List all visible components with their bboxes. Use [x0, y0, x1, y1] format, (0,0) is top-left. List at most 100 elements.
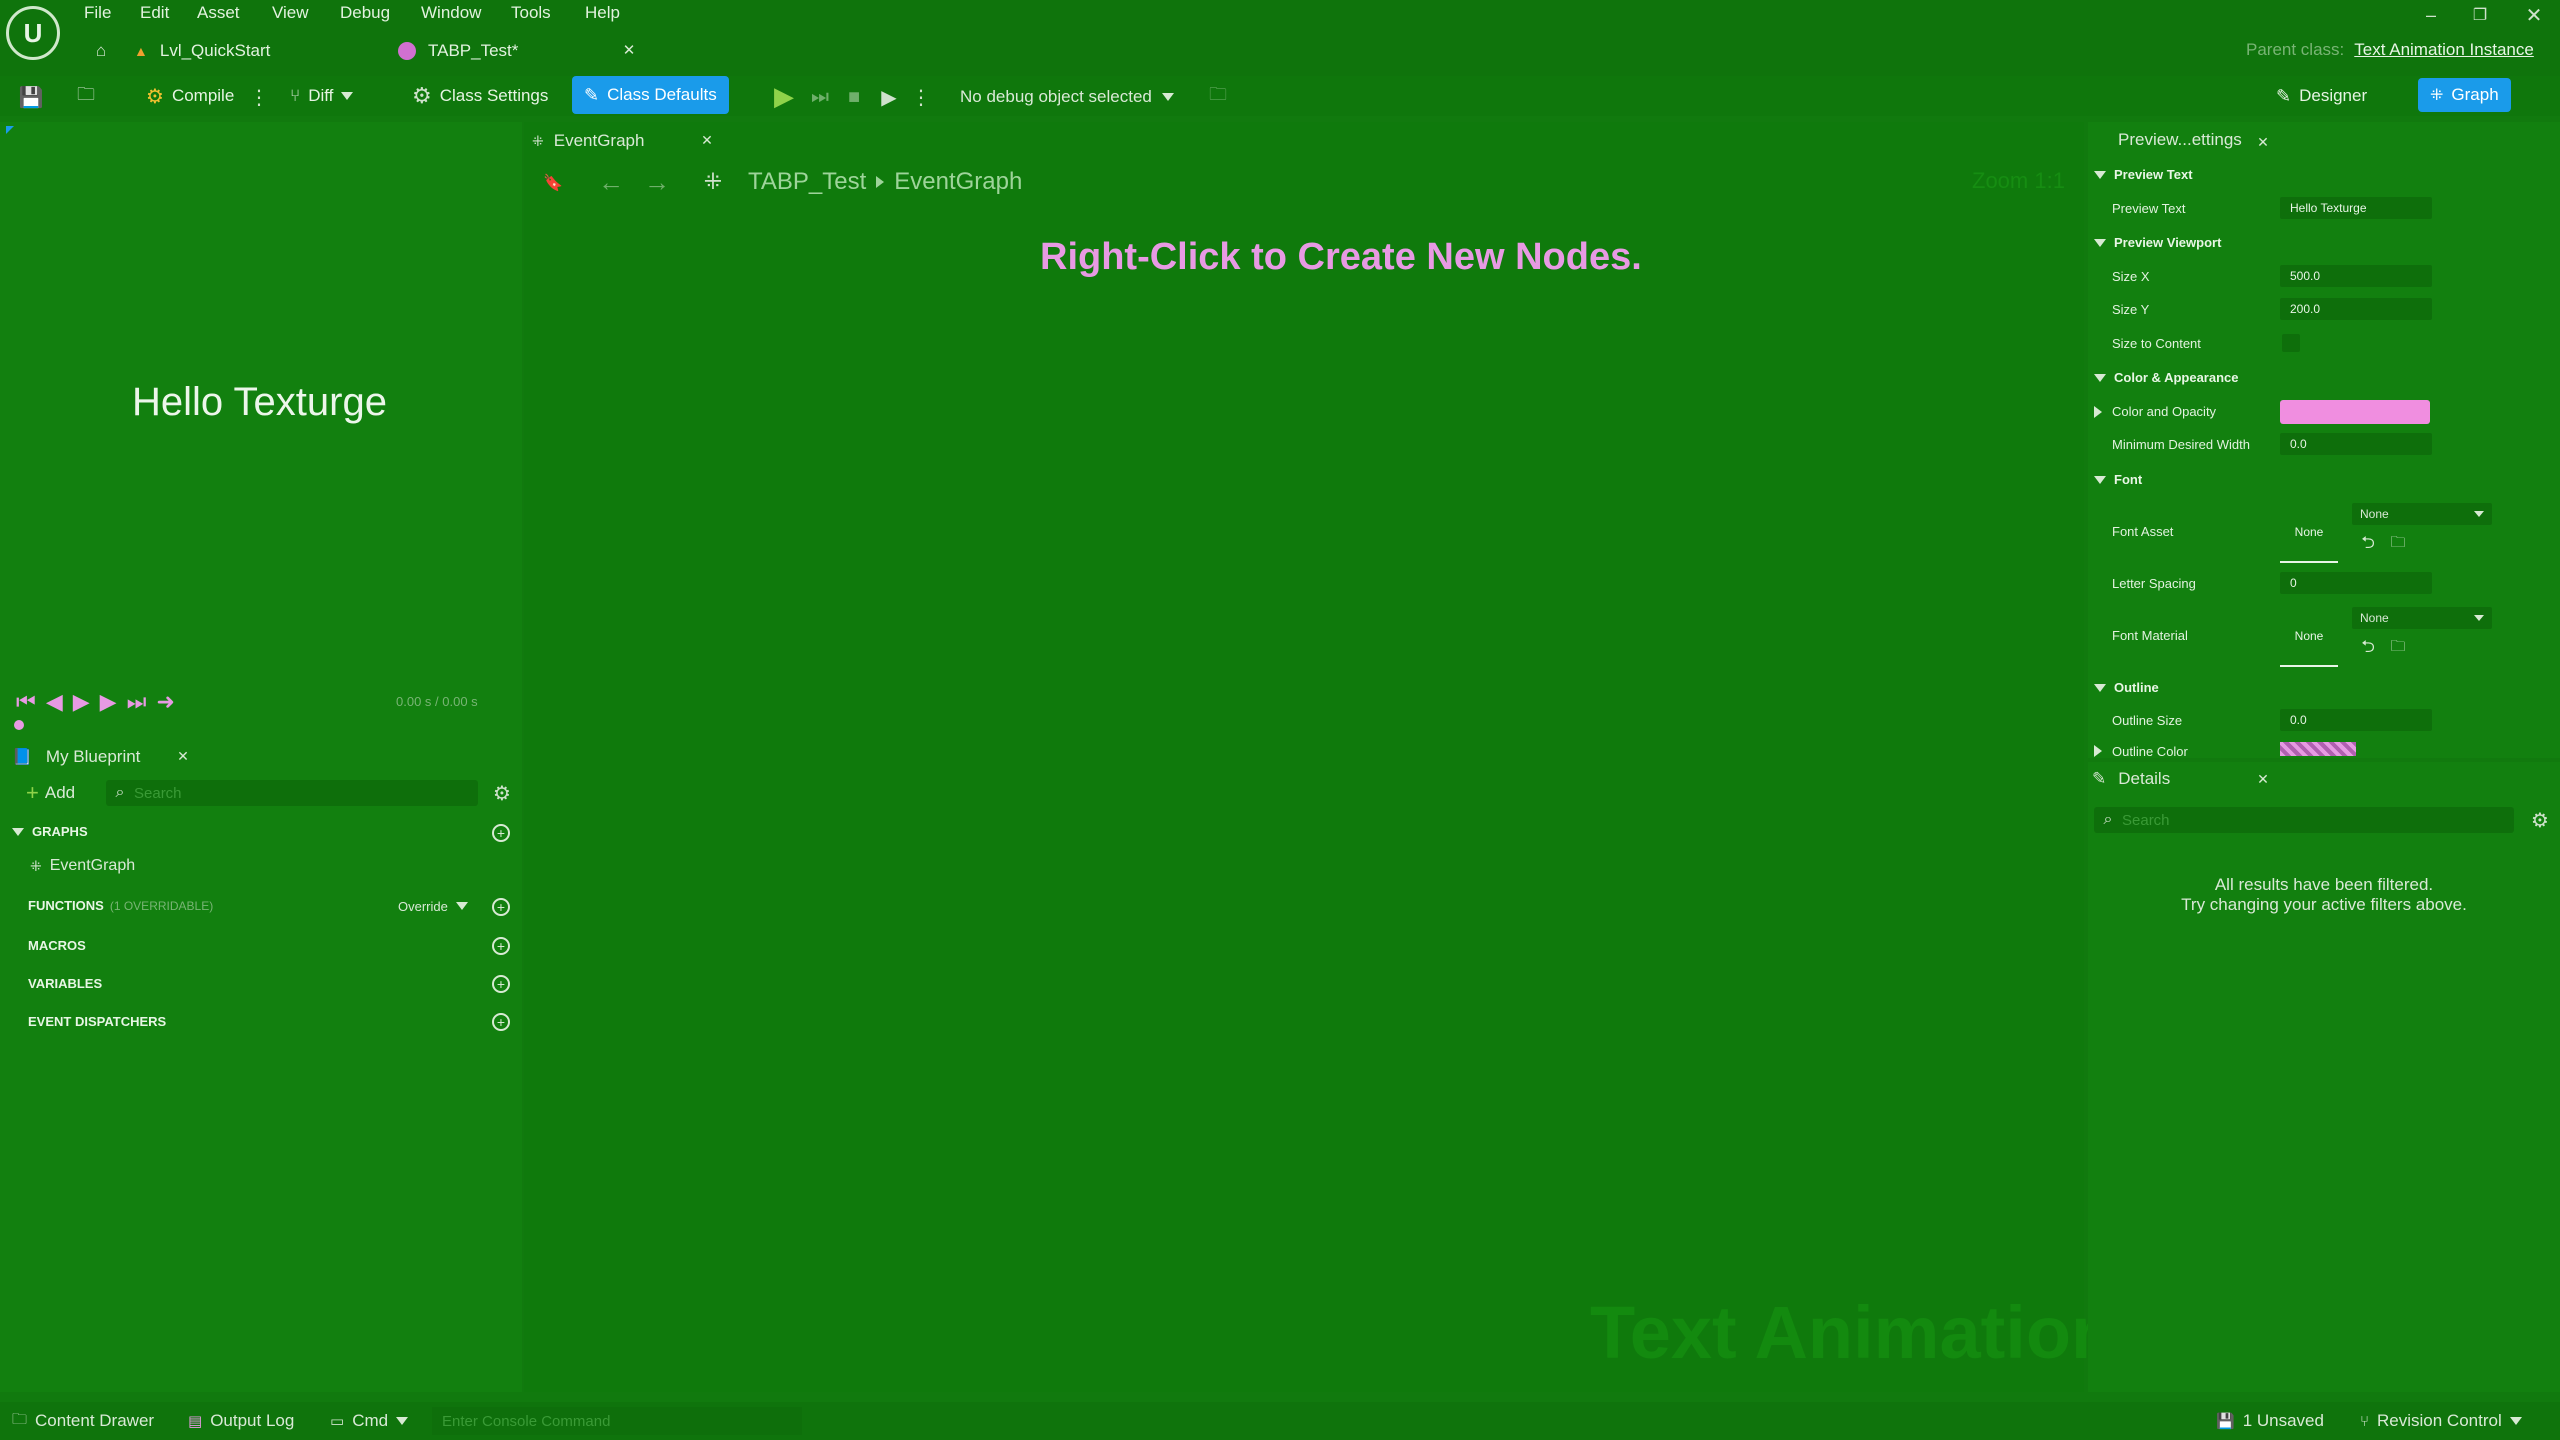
settings-gear-icon[interactable]: ⚙: [490, 780, 514, 806]
section-outline[interactable]: Outline: [2094, 680, 2159, 695]
close-window-icon[interactable]: ✕: [2514, 2, 2554, 28]
debug-object-select[interactable]: No debug object selected: [960, 84, 1174, 110]
minimize-icon[interactable]: –: [2411, 2, 2451, 28]
outline-color-swatch[interactable]: [2280, 742, 2356, 756]
loop-icon[interactable]: ➜: [156, 689, 174, 715]
tab-lvl-quickstart[interactable]: ▲ Lvl_QuickStart: [134, 38, 270, 64]
section-variables[interactable]: VARIABLES: [28, 976, 102, 991]
play-icon[interactable]: ▶: [772, 81, 796, 111]
add-variable-icon[interactable]: +: [492, 975, 510, 993]
use-selected-icon[interactable]: ⮌: [2358, 637, 2378, 658]
simulate-icon[interactable]: ▶: [876, 84, 902, 110]
restore-icon[interactable]: ❐: [2460, 2, 2500, 28]
size-to-content-checkbox[interactable]: [2282, 334, 2300, 352]
prop-outline-color[interactable]: Outline Color: [2094, 745, 2188, 757]
step-back-icon[interactable]: ◀: [46, 689, 63, 715]
add-function-icon[interactable]: +: [492, 898, 510, 916]
preview-text-input[interactable]: Hello Texturge: [2280, 197, 2432, 219]
font-material-thumbnail[interactable]: None: [2280, 607, 2338, 667]
outline-size-input[interactable]: 0.0: [2280, 709, 2432, 731]
letter-spacing-input[interactable]: 0: [2280, 572, 2432, 594]
section-macros[interactable]: MACROS: [28, 938, 86, 953]
override-dropdown[interactable]: Override: [398, 895, 468, 917]
class-defaults-button[interactable]: ✎ Class Defaults: [572, 76, 729, 114]
cmd-dropdown[interactable]: ▭ Cmd: [330, 1408, 409, 1434]
section-graphs[interactable]: GRAPHS: [12, 824, 88, 839]
details-settings-gear-icon[interactable]: ⚙: [2528, 807, 2552, 833]
breadcrumb-leaf[interactable]: EventGraph: [894, 168, 1022, 196]
size-x-input[interactable]: 500.0: [2280, 265, 2432, 287]
section-color-appearance[interactable]: Color & Appearance: [2094, 370, 2239, 385]
my-blueprint-tab[interactable]: 📘 My Blueprint: [12, 744, 140, 770]
section-preview-viewport[interactable]: Preview Viewport: [2094, 235, 2221, 250]
compile-options-icon[interactable]: ⋮: [249, 84, 269, 110]
scrub-handle[interactable]: [14, 720, 24, 730]
graph-tab-eventgraph[interactable]: ⁜ EventGraph: [532, 128, 644, 154]
browse-folder-icon[interactable]: 🗀: [72, 84, 100, 110]
font-material-select[interactable]: None: [2352, 607, 2492, 629]
step-forward-icon[interactable]: ▶: [100, 689, 117, 715]
preview-viewport[interactable]: [0, 122, 522, 742]
graph-button[interactable]: ⁜ Graph: [2418, 78, 2511, 112]
step-icon[interactable]: ⏭: [808, 84, 832, 110]
menu-edit[interactable]: Edit: [140, 3, 169, 27]
section-functions[interactable]: FUNCTIONS (1 OVERRIDABLE): [28, 898, 213, 913]
designer-button[interactable]: ✎ Designer: [2276, 79, 2367, 113]
close-tab-icon[interactable]: ✕: [618, 39, 640, 61]
graph-item-eventgraph[interactable]: ⁜ EventGraph: [30, 857, 135, 875]
close-preview-settings-icon[interactable]: ✕: [2252, 131, 2274, 153]
size-y-input[interactable]: 200.0: [2280, 298, 2432, 320]
menu-asset[interactable]: Asset: [197, 3, 240, 27]
menu-file[interactable]: File: [84, 3, 111, 27]
details-tab[interactable]: ✎ Details: [2092, 766, 2170, 792]
my-blueprint-search[interactable]: ⌕ Search: [106, 780, 478, 806]
browse-asset-icon[interactable]: 🗀: [2388, 638, 2408, 658]
home-icon[interactable]: ⌂: [90, 40, 112, 62]
forward-arrow-icon[interactable]: →: [642, 167, 672, 197]
use-selected-icon[interactable]: ⮌: [2358, 533, 2378, 554]
section-event-dispatchers[interactable]: EVENT DISPATCHERS: [28, 1014, 166, 1029]
skip-start-icon[interactable]: ⏮: [16, 689, 36, 715]
section-preview-text[interactable]: Preview Text: [2094, 167, 2193, 182]
close-my-blueprint-icon[interactable]: ✕: [172, 745, 194, 767]
compile-button[interactable]: ⚙ Compile: [146, 79, 234, 113]
close-graph-tab-icon[interactable]: ✕: [696, 129, 718, 151]
menu-debug[interactable]: Debug: [340, 3, 390, 27]
color-opacity-swatch[interactable]: [2280, 400, 2430, 424]
preview-settings-title[interactable]: Preview...ettings: [2118, 130, 2242, 150]
add-event-dispatcher-icon[interactable]: +: [492, 1013, 510, 1031]
back-arrow-icon[interactable]: ←: [596, 167, 626, 197]
content-drawer-button[interactable]: 🗀 Content Drawer: [12, 1408, 154, 1434]
font-asset-select[interactable]: None: [2352, 503, 2492, 525]
console-command-input[interactable]: Enter Console Command: [432, 1407, 802, 1435]
tab-tabp-test[interactable]: TABP_Test*: [398, 38, 518, 64]
stop-icon[interactable]: ■: [842, 84, 866, 110]
debug-browse-icon[interactable]: 🗀: [1206, 84, 1230, 110]
unreal-logo-icon[interactable]: U: [6, 6, 60, 60]
prop-color-opacity[interactable]: Color and Opacity: [2094, 404, 2216, 419]
save-icon[interactable]: 💾: [18, 84, 44, 110]
min-width-input[interactable]: 0.0: [2280, 433, 2432, 455]
play-preview-icon[interactable]: ▶: [73, 689, 90, 715]
add-macro-icon[interactable]: +: [492, 937, 510, 955]
graph-canvas[interactable]: [524, 122, 2084, 1392]
class-settings-button[interactable]: ⚙ Class Settings: [412, 79, 548, 113]
revision-control-button[interactable]: ⑂ Revision Control: [2360, 1408, 2522, 1434]
play-options-icon[interactable]: ⋮: [911, 84, 931, 110]
section-font[interactable]: Font: [2094, 472, 2142, 487]
details-search[interactable]: ⌕ Search: [2094, 807, 2514, 833]
close-details-icon[interactable]: ✕: [2252, 768, 2274, 790]
browse-asset-icon[interactable]: 🗀: [2388, 534, 2408, 554]
add-graph-icon[interactable]: +: [492, 824, 510, 842]
bookmark-icon[interactable]: 🔖: [538, 170, 568, 196]
menu-view[interactable]: View: [272, 3, 309, 27]
breadcrumb-root[interactable]: TABP_Test: [748, 168, 866, 196]
output-log-button[interactable]: ▤ Output Log: [188, 1408, 294, 1434]
menu-tools[interactable]: Tools: [511, 3, 551, 27]
unsaved-button[interactable]: 💾 1 Unsaved: [2216, 1408, 2324, 1434]
menu-help[interactable]: Help: [585, 3, 620, 27]
add-button[interactable]: + Add: [26, 780, 75, 806]
parent-class-link[interactable]: Text Animation Instance: [2354, 40, 2534, 60]
menu-window[interactable]: Window: [421, 3, 481, 27]
skip-end-icon[interactable]: ⏭: [127, 689, 147, 715]
